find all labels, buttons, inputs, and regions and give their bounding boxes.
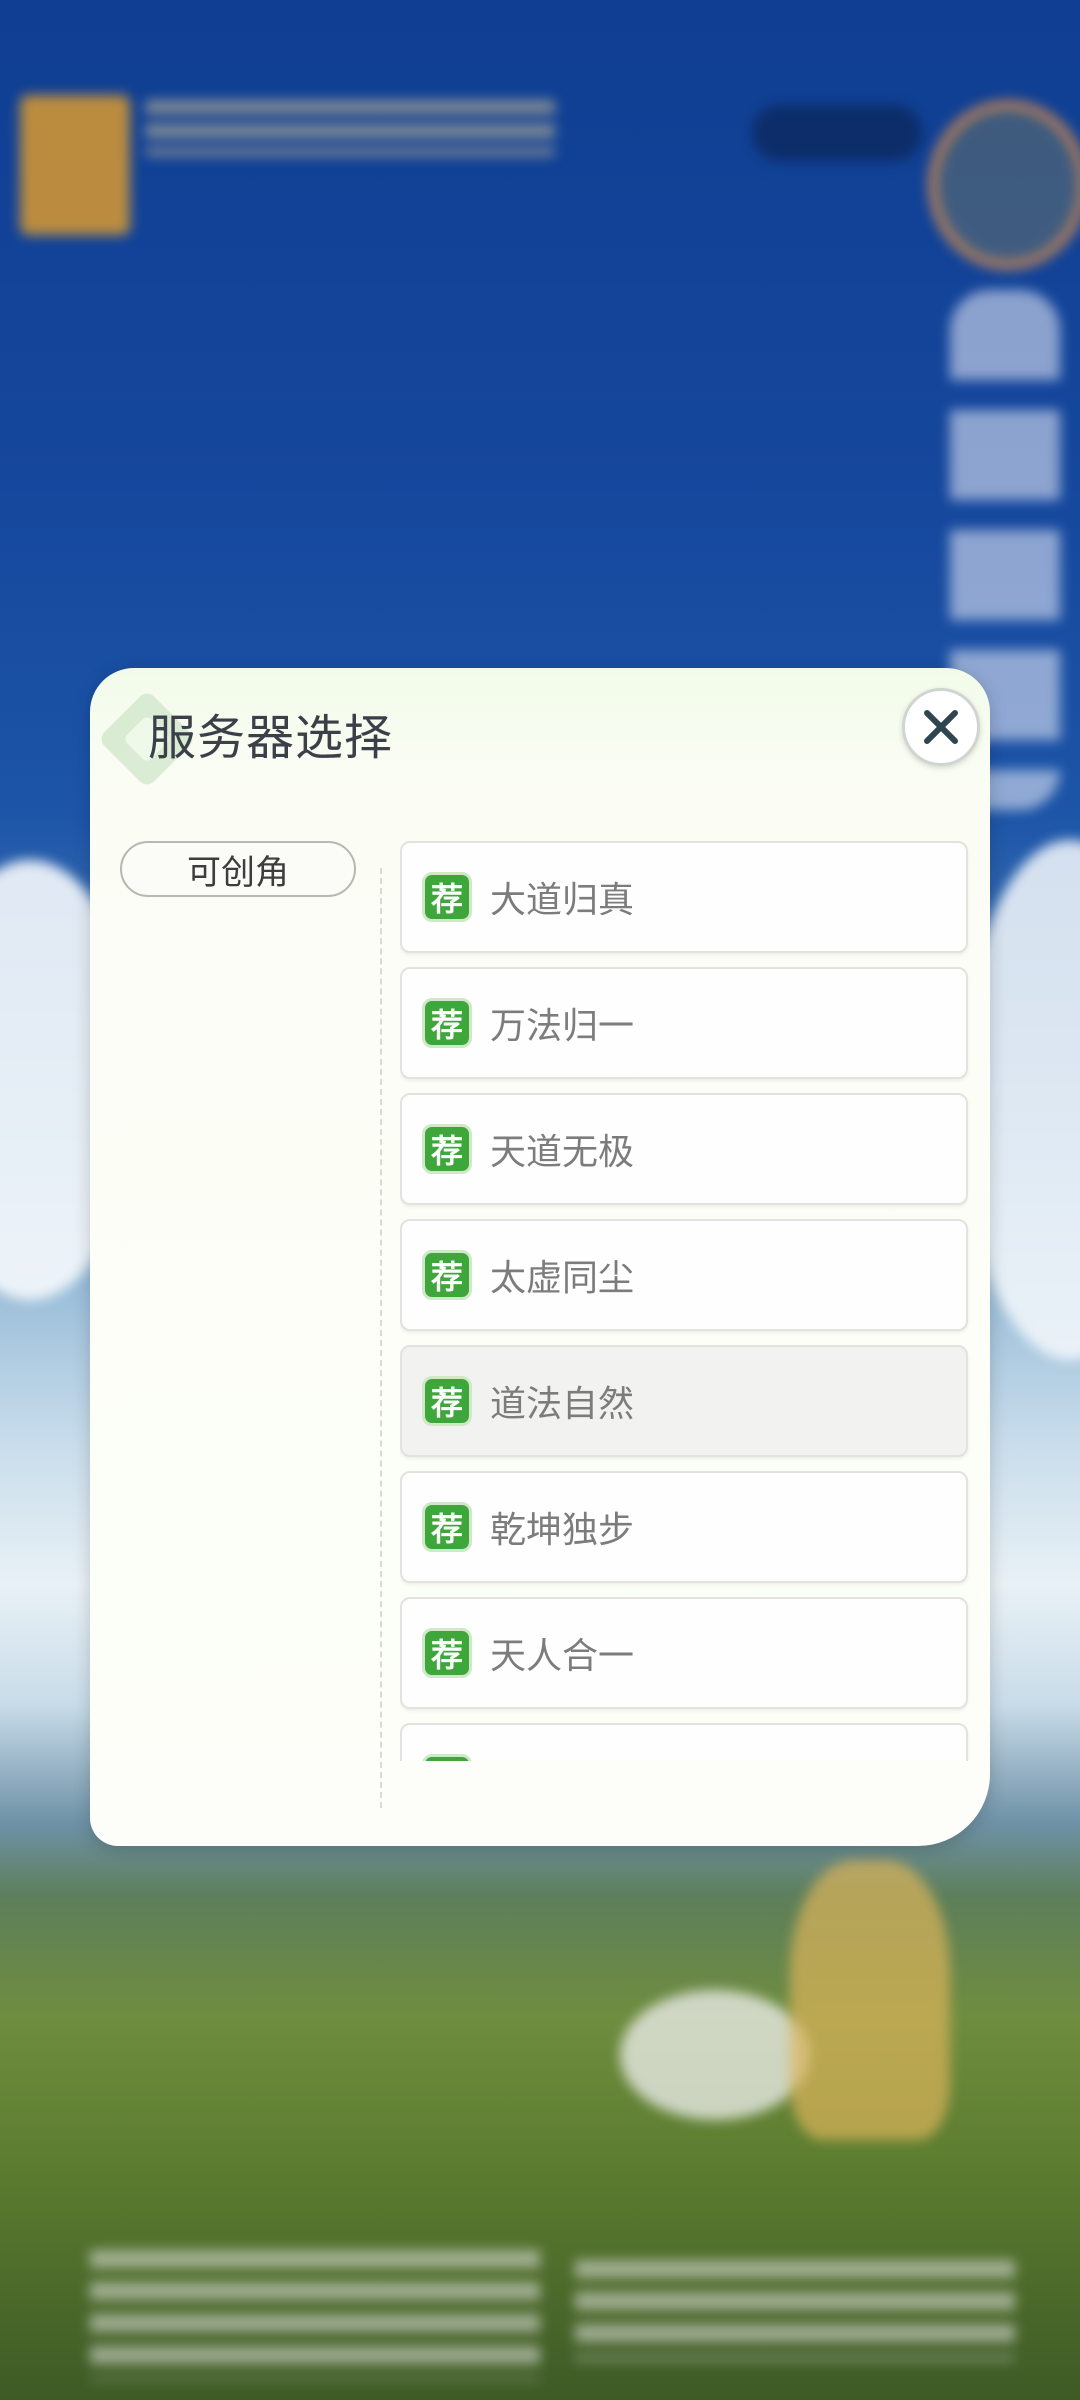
background-emblem bbox=[928, 100, 1080, 270]
column-divider bbox=[380, 868, 382, 1808]
recommended-badge: 荐 bbox=[422, 872, 472, 922]
server-item[interactable]: 荐 万法归一 bbox=[400, 967, 968, 1079]
server-name: 太虚同尘 bbox=[490, 1258, 635, 1299]
server-item[interactable]: 荐 乾坤独步 bbox=[400, 1471, 968, 1583]
app-screen: 服务器选择 可创角 荐 大道归真 荐 万法归一 荐 天道无极 荐 太虚同尘 荐 … bbox=[0, 0, 1080, 2400]
recommended-badge: 荐 bbox=[422, 1754, 472, 1761]
server-list[interactable]: 荐 大道归真 荐 万法归一 荐 天道无极 荐 太虚同尘 荐 道法自然 荐 乾坤独… bbox=[400, 841, 972, 1761]
server-item[interactable]: 荐 天道无极 bbox=[400, 1093, 968, 1205]
recommended-badge: 荐 bbox=[422, 1628, 472, 1678]
background-notice-text bbox=[145, 100, 555, 156]
background-age-rating bbox=[752, 105, 922, 161]
recommended-badge: 荐 bbox=[422, 1502, 472, 1552]
server-item[interactable]: 荐 天人合一 bbox=[400, 1597, 968, 1709]
background-game-logo bbox=[20, 95, 130, 235]
server-name: 天道无极 bbox=[490, 1132, 635, 1173]
server-name: 天人合一 bbox=[490, 1636, 635, 1677]
server-item[interactable]: 荐 大道归真 bbox=[400, 841, 968, 953]
server-name: 大道归真 bbox=[490, 880, 635, 921]
server-name: 道法自然 bbox=[490, 1384, 635, 1425]
close-button[interactable] bbox=[902, 688, 980, 766]
server-item[interactable]: 荐 太虚同尘 bbox=[400, 1219, 968, 1331]
background-character bbox=[790, 1860, 950, 2140]
server-name: 万法归一 bbox=[490, 1006, 635, 1047]
recommended-badge: 荐 bbox=[422, 1250, 472, 1300]
recommended-badge: 荐 bbox=[422, 1124, 472, 1174]
tab-can-create-character[interactable]: 可创角 bbox=[120, 841, 356, 897]
tab-label: 可创角 bbox=[187, 852, 289, 893]
server-item-partial[interactable]: 荐 bbox=[400, 1723, 968, 1761]
server-name: 乾坤独步 bbox=[490, 1510, 635, 1551]
background-footer-text-right bbox=[575, 2260, 1015, 2360]
server-item-selected[interactable]: 荐 道法自然 bbox=[400, 1345, 968, 1457]
recommended-badge: 荐 bbox=[422, 1376, 472, 1426]
close-icon bbox=[924, 710, 958, 744]
background-panda bbox=[620, 1990, 810, 2120]
dialog-title: 服务器选择 bbox=[148, 710, 394, 766]
server-select-dialog: 服务器选择 可创角 荐 大道归真 荐 万法归一 荐 天道无极 荐 太虚同尘 荐 … bbox=[90, 668, 990, 1846]
recommended-badge: 荐 bbox=[422, 998, 472, 1048]
background-footer-text-left bbox=[90, 2250, 540, 2380]
